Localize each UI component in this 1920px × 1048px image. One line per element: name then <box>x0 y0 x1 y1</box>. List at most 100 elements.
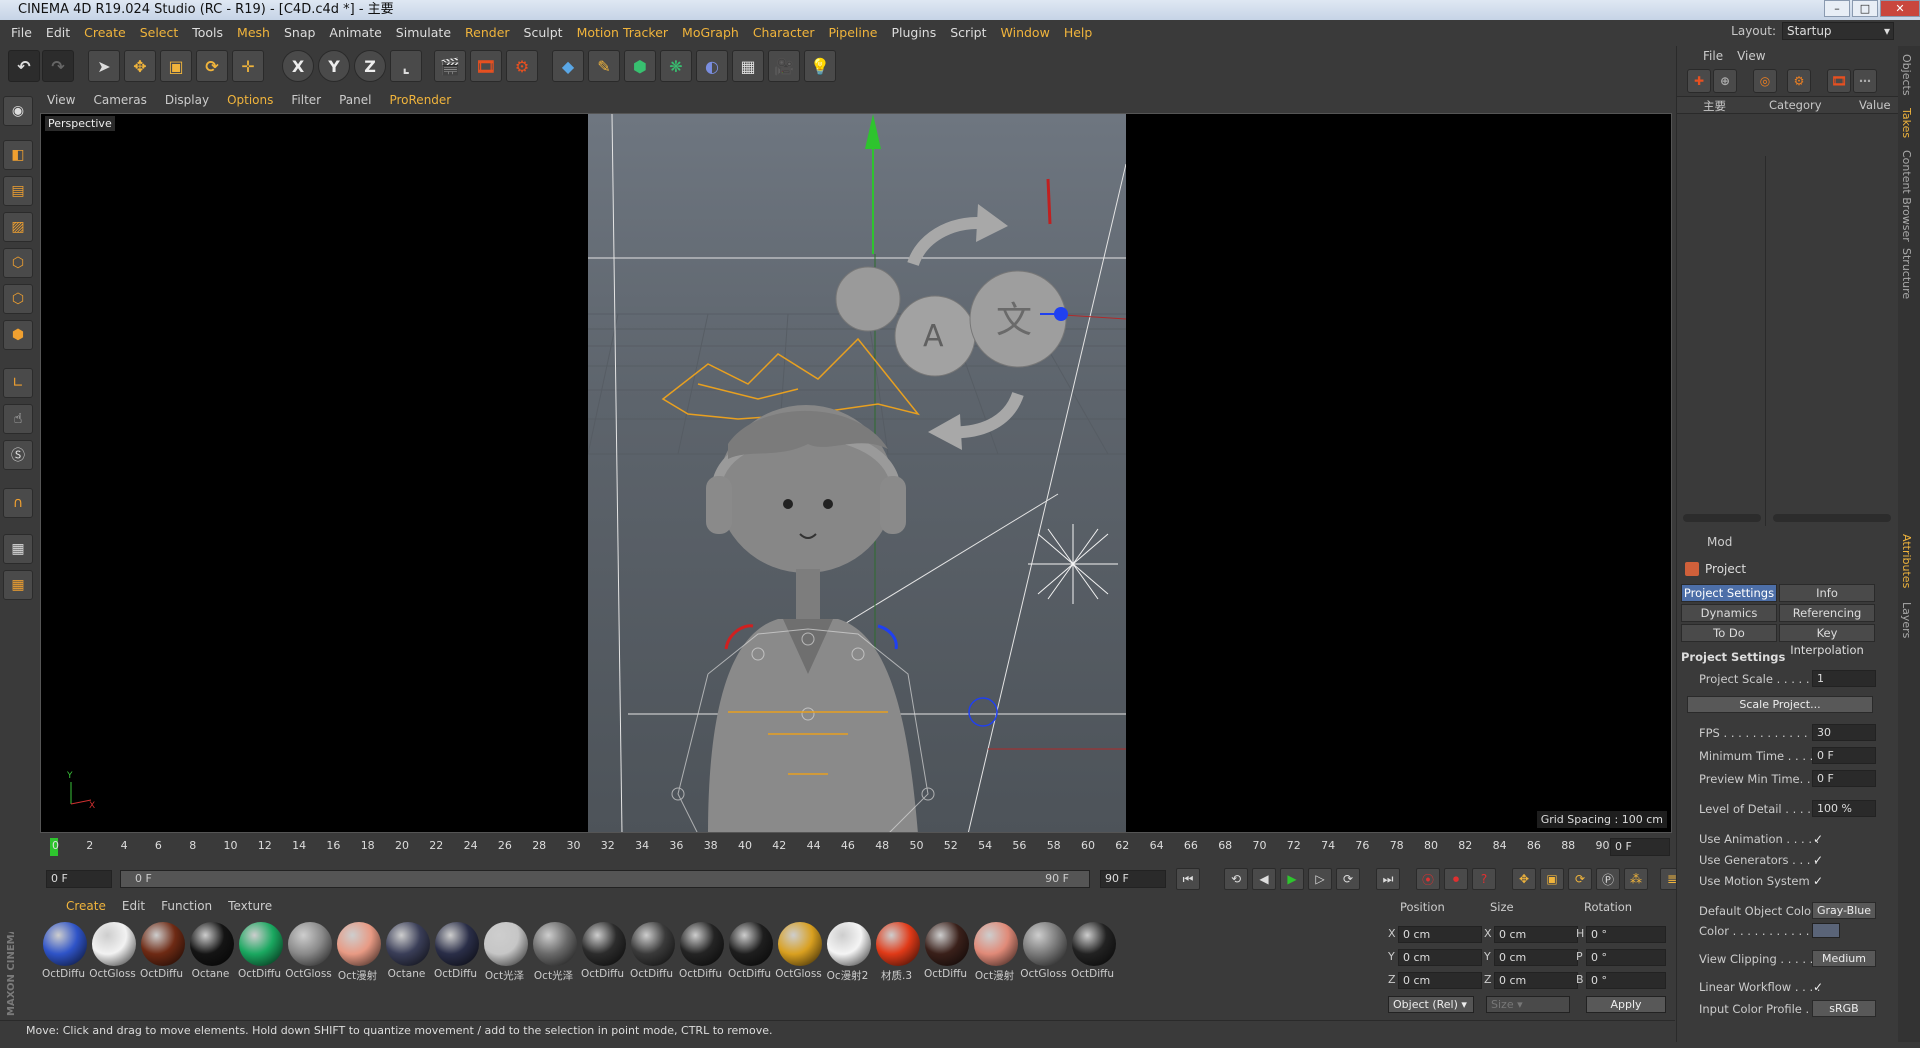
polygons-mode-icon[interactable]: ⬢ <box>3 320 33 350</box>
material-item[interactable]: OctGloss <box>1020 922 1069 983</box>
tab-key-interpolation[interactable]: Key Interpolation <box>1779 624 1875 657</box>
move-tool-icon[interactable]: ✥ <box>124 50 156 82</box>
horizontal-scrollbar-left[interactable] <box>1683 514 1761 522</box>
autokeying-icon[interactable]: ⏺ <box>1444 868 1468 890</box>
go-to-start-icon[interactable]: ⏮ <box>1176 868 1200 890</box>
menu-select[interactable]: Select <box>133 25 186 40</box>
material-item[interactable]: OctDiffu <box>726 922 775 983</box>
tab-to-do[interactable]: To Do <box>1681 624 1777 642</box>
points-mode-icon[interactable]: ⬡ <box>3 248 33 278</box>
play-icon[interactable]: ▶ <box>1280 868 1304 890</box>
key-pla-icon[interactable]: ⁂ <box>1624 868 1648 890</box>
menu-character[interactable]: Character <box>746 25 822 40</box>
camera-icon[interactable]: 🎥 <box>768 50 800 82</box>
layout-selector[interactable]: Layout: Startup ▾ <box>1731 22 1894 40</box>
viewport-menu-display[interactable]: Display <box>156 93 218 107</box>
menu-snap[interactable]: Snap <box>277 25 322 40</box>
tab-objects[interactable]: Objects <box>1900 54 1913 96</box>
undo-icon[interactable]: ↶ <box>8 50 40 82</box>
record-keys-icon[interactable]: ⦿ <box>1416 868 1440 890</box>
floor-icon[interactable]: ▦ <box>732 50 764 82</box>
menu-script[interactable]: Script <box>943 25 993 40</box>
linear-workflow-checkbox[interactable]: ✓ <box>1813 980 1823 994</box>
menu-motion-tracker[interactable]: Motion Tracker <box>570 25 675 40</box>
tab-info[interactable]: Info <box>1779 584 1875 602</box>
maximize-button[interactable]: □ <box>1852 0 1878 17</box>
menu-mograph[interactable]: MoGraph <box>675 25 746 40</box>
auto-take-icon[interactable]: ⚙ <box>1787 69 1811 93</box>
tab-structure[interactable]: Structure <box>1900 248 1913 299</box>
make-editable-icon[interactable]: ◉ <box>3 96 33 126</box>
material-item[interactable]: Octane <box>383 922 432 983</box>
material-item[interactable]: OctDiffu <box>432 922 481 983</box>
tab-referencing[interactable]: Referencing <box>1779 604 1875 622</box>
cloner-icon[interactable]: ❋ <box>660 50 692 82</box>
key-position-icon[interactable]: ✥ <box>1512 868 1536 890</box>
material-menu-create[interactable]: Create <box>58 899 114 913</box>
x-axis-toggle[interactable]: X <box>282 50 314 82</box>
scene-view[interactable]: A 文 <box>588 114 1126 832</box>
coord-rotation-field[interactable]: 0 ° <box>1586 972 1666 989</box>
edges-mode-icon[interactable]: ⬡ <box>3 284 33 314</box>
coordinate-mode-dropdown[interactable]: Object (Rel) ▾ <box>1388 996 1474 1013</box>
y-axis-toggle[interactable]: Y <box>318 50 350 82</box>
workplane-icon[interactable]: ▨ <box>3 212 33 242</box>
menu-render[interactable]: Render <box>458 25 517 40</box>
coord-rotation-field[interactable]: 0 ° <box>1586 926 1666 943</box>
coordinate-system-icon[interactable]: ⌞ <box>390 50 422 82</box>
menu-edit[interactable]: Edit <box>39 25 77 40</box>
magnet-icon[interactable]: ∩ <box>3 488 33 518</box>
viewport-menu-view[interactable]: View <box>38 93 84 107</box>
perspective-viewport[interactable]: A 文 Perspective Grid Spacing: 100 cm Y … <box>40 113 1672 833</box>
next-key-icon[interactable]: ⟳ <box>1336 868 1360 890</box>
material-item[interactable]: OctGloss <box>285 922 334 983</box>
menu-mesh[interactable]: Mesh <box>230 25 277 40</box>
material-item[interactable]: OctDiffu <box>40 922 89 983</box>
next-frame-icon[interactable]: ▷ <box>1308 868 1332 890</box>
menu-help[interactable]: Help <box>1057 25 1100 40</box>
previous-key-icon[interactable]: ⟲ <box>1224 868 1248 890</box>
tab-content-browser[interactable]: Content Browser <box>1900 150 1913 242</box>
use-animation-checkbox[interactable]: ✓ <box>1813 832 1823 846</box>
material-item[interactable]: Oct漫射 <box>334 922 383 983</box>
light-icon[interactable]: 💡 <box>804 50 836 82</box>
coord-size-field[interactable]: 0 cm <box>1494 949 1578 966</box>
pen-icon[interactable]: ✎ <box>588 50 620 82</box>
render-to-picture-viewer-icon[interactable]: 🎞 <box>470 50 502 82</box>
material-item[interactable]: OctGloss <box>775 922 824 983</box>
take-icon[interactable]: ✚ <box>1687 69 1711 93</box>
minimize-button[interactable]: – <box>1824 0 1850 17</box>
texture-mode-icon[interactable]: ▤ <box>3 176 33 206</box>
viewport-menu-options[interactable]: Options <box>218 93 282 107</box>
material-item[interactable]: OctDiffu <box>677 922 726 983</box>
menu-simulate[interactable]: Simulate <box>389 25 458 40</box>
use-generators-checkbox[interactable]: ✓ <box>1813 853 1823 867</box>
menu-tools[interactable]: Tools <box>185 25 230 40</box>
menu-create[interactable]: Create <box>77 25 133 40</box>
input-color-profile-dropdown[interactable]: sRGB <box>1812 1000 1876 1017</box>
coord-rotation-field[interactable]: 0 ° <box>1586 949 1666 966</box>
preview-range-slider[interactable]: 0 F 90 F <box>120 870 1090 888</box>
tab-dynamics[interactable]: Dynamics <box>1681 604 1777 622</box>
keyframe-selection-icon[interactable]: ? <box>1472 868 1496 890</box>
menu-animate[interactable]: Animate <box>322 25 388 40</box>
lod-field[interactable]: 100 % <box>1812 800 1876 817</box>
material-item[interactable]: OctGloss <box>89 922 138 983</box>
apply-button[interactable]: Apply <box>1586 996 1666 1013</box>
coord-position-field[interactable]: 0 cm <box>1398 972 1482 989</box>
subdivision-icon[interactable]: ⬢ <box>624 50 656 82</box>
go-to-end-icon[interactable]: ⏭ <box>1376 868 1400 890</box>
fps-field[interactable]: 30 <box>1812 724 1876 741</box>
coord-position-field[interactable]: 0 cm <box>1398 949 1482 966</box>
menu-pipeline[interactable]: Pipeline <box>822 25 885 40</box>
transform-tool-icon[interactable]: ✛ <box>232 50 264 82</box>
scale-project-button[interactable]: Scale Project... <box>1687 696 1873 713</box>
viewport-menu-panel[interactable]: Panel <box>330 93 380 107</box>
object-menu-view[interactable]: View <box>1737 49 1765 63</box>
scale-tool-icon[interactable]: ▣ <box>160 50 192 82</box>
material-item[interactable]: Oct光泽 <box>481 922 530 983</box>
view-clipping-dropdown[interactable]: Medium <box>1812 950 1876 967</box>
tab-project-settings[interactable]: Project Settings <box>1681 584 1777 602</box>
object-menu-file[interactable]: File <box>1703 49 1723 63</box>
viewport-menu-prorender[interactable]: ProRender <box>380 93 460 107</box>
